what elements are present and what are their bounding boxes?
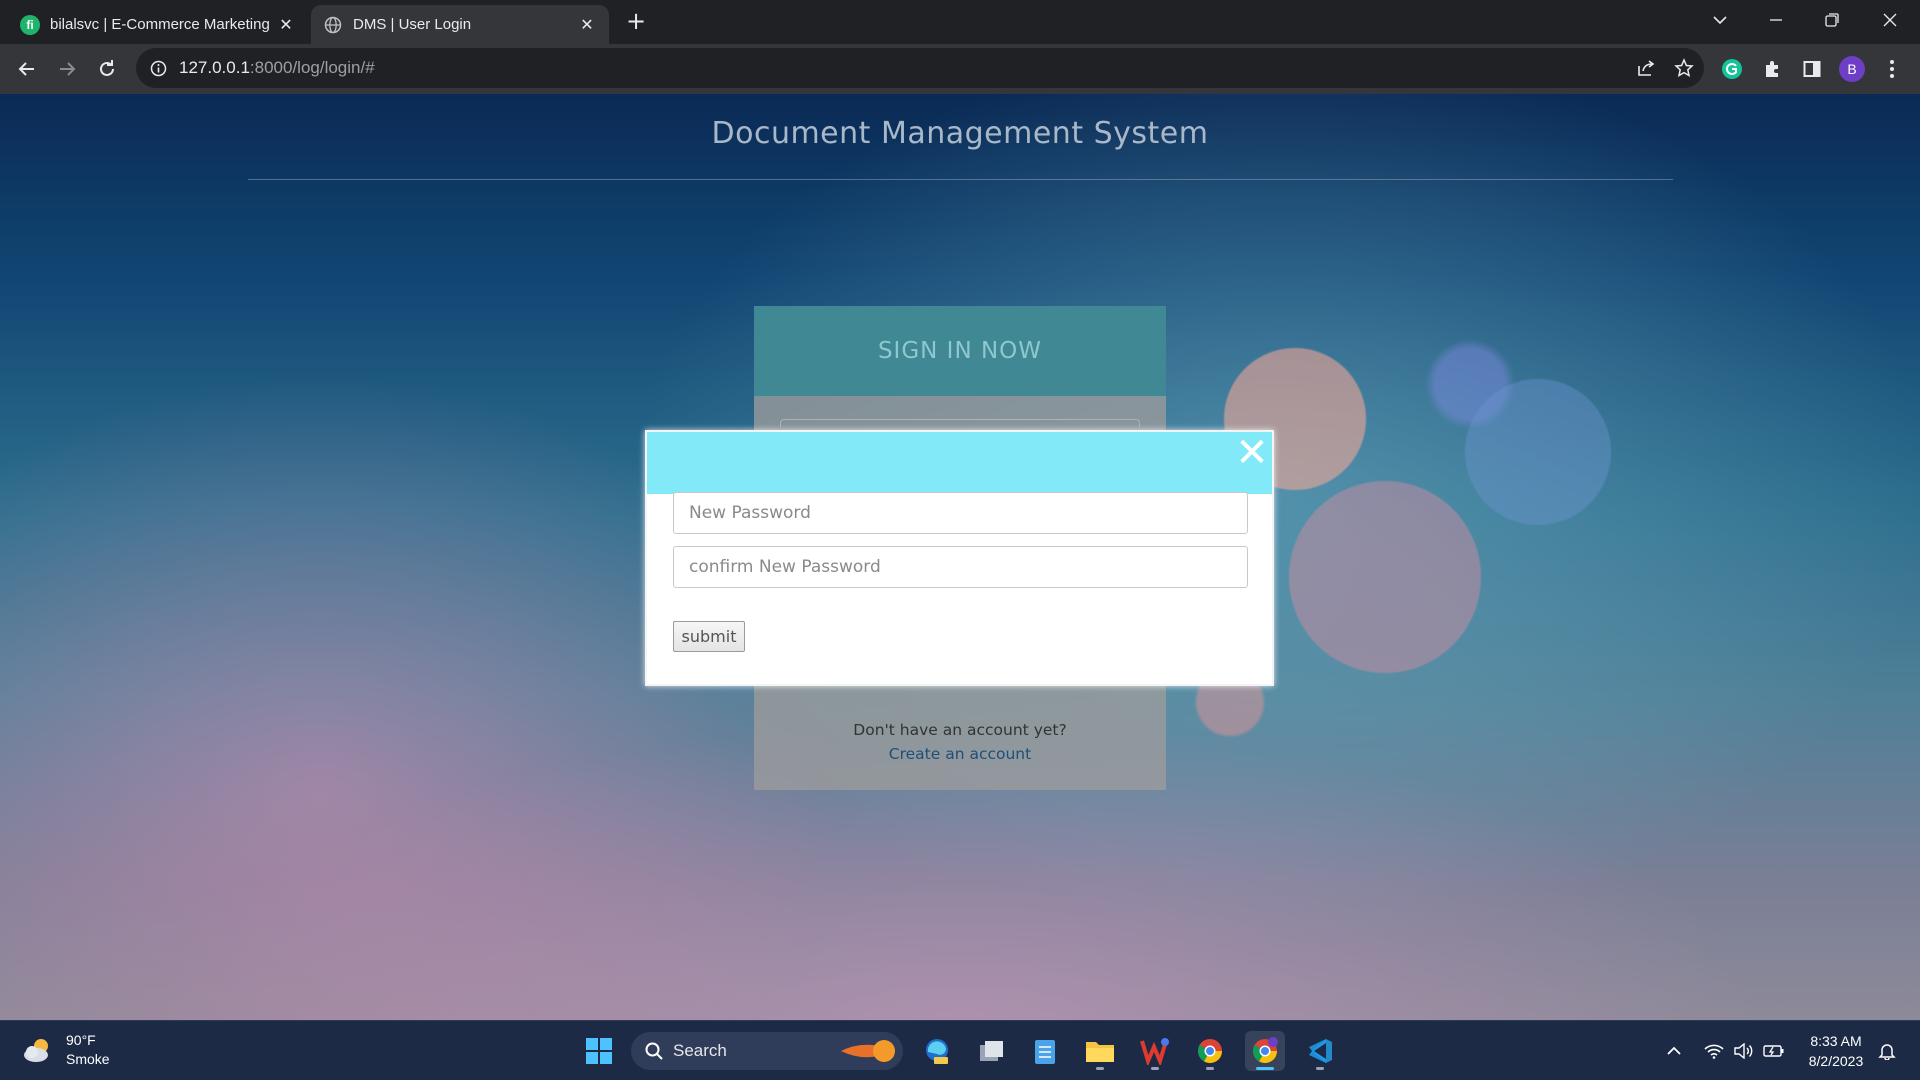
back-arrow-icon[interactable] — [11, 53, 43, 85]
cloud-sun-icon — [22, 1036, 54, 1064]
show-hidden-icons-chevron-up-icon[interactable] — [1662, 1041, 1686, 1061]
restore-button[interactable] — [1804, 0, 1860, 40]
tab-close-icon[interactable]: ✕ — [276, 15, 296, 35]
minimize-button[interactable] — [1748, 0, 1804, 40]
edge-beta-app-icon[interactable] — [917, 1031, 957, 1071]
clock-time: 8:33 AM — [1810, 1033, 1862, 1049]
task-view-icon[interactable] — [971, 1031, 1011, 1071]
login-heading: SIGN IN NOW — [754, 306, 1166, 396]
weather-widget[interactable]: 90°F Smoke — [22, 1031, 110, 1069]
taskbar-clock[interactable]: 8:33 AM 8/2/2023 — [1800, 1031, 1872, 1071]
forward-arrow-icon[interactable] — [51, 53, 83, 85]
app-running-indicator — [1206, 1067, 1214, 1070]
battery-charging-icon[interactable] — [1762, 1041, 1786, 1061]
close-window-button[interactable] — [1862, 0, 1918, 40]
windows-taskbar: 90°F Smoke Search 8:33 AM 8/2/2023 — [0, 1020, 1920, 1080]
chrome-profile-app-icon[interactable] — [1245, 1031, 1285, 1071]
close-icon[interactable]: ✕ — [1234, 433, 1270, 473]
search-label: Search — [673, 1041, 727, 1060]
chrome-app-icon[interactable] — [1190, 1031, 1230, 1071]
modal-header: ✕ — [647, 432, 1272, 494]
url-path: :8000/log/login/# — [249, 58, 375, 77]
more-menu-icon[interactable] — [1876, 53, 1908, 85]
globe-icon — [323, 15, 343, 35]
bookmark-star-icon[interactable] — [1674, 58, 1694, 78]
vscode-app-icon[interactable] — [1300, 1031, 1340, 1071]
app-active-indicator — [1256, 1067, 1274, 1070]
reset-password-modal: ✕ submit — [645, 430, 1274, 686]
profile-initial: B — [1839, 56, 1865, 82]
no-account-text: Don't have an account yet? — [853, 721, 1067, 739]
app-running-indicator — [1316, 1067, 1324, 1070]
reload-icon[interactable] — [91, 53, 123, 85]
site-info-icon[interactable] — [150, 60, 167, 77]
extensions-puzzle-icon[interactable] — [1756, 53, 1788, 85]
profile-avatar[interactable]: B — [1836, 53, 1868, 85]
clock-date: 8/2/2023 — [1808, 1053, 1864, 1069]
new-password-input[interactable] — [673, 492, 1248, 534]
taskbar-search[interactable]: Search — [631, 1032, 903, 1070]
side-panel-icon[interactable] — [1796, 53, 1828, 85]
wps-office-app-icon[interactable] — [1135, 1031, 1175, 1071]
extension-grammarly-icon[interactable] — [1716, 53, 1748, 85]
tab-title: bilalsvc | E-Commerce Marketing — [50, 16, 270, 33]
notepad-app-icon[interactable] — [1025, 1031, 1065, 1071]
page-title: Document Management System — [711, 116, 1209, 151]
title-divider — [248, 179, 1673, 180]
weather-condition: Smoke — [66, 1051, 110, 1067]
browser-tab-bar: fi bilalsvc | E-Commerce Marketing ✕ DMS… — [0, 0, 1920, 44]
weather-temp: 90°F — [66, 1032, 96, 1048]
create-account-link[interactable]: Create an account — [754, 742, 1166, 766]
confirm-password-input[interactable] — [673, 546, 1248, 588]
tab-title: DMS | User Login — [353, 16, 472, 33]
start-button[interactable] — [579, 1031, 619, 1071]
wifi-icon[interactable] — [1702, 1041, 1726, 1061]
page-viewport: Document Management System SIGN IN NOW D… — [0, 94, 1920, 1020]
notification-bell-icon[interactable] — [1875, 1041, 1899, 1061]
browser-toolbar: 127.0.0.1:8000/log/login/# B — [0, 44, 1920, 94]
submit-button[interactable]: submit — [673, 621, 745, 652]
tab-ecommerce[interactable]: fi bilalsvc | E-Commerce Marketing ✕ — [8, 5, 308, 44]
new-tab-button[interactable]: + — [622, 8, 650, 36]
address-bar[interactable]: 127.0.0.1:8000/log/login/# — [136, 48, 1704, 88]
search-highlight-icon — [839, 1036, 897, 1066]
app-running-indicator — [1096, 1067, 1104, 1070]
volume-icon[interactable] — [1732, 1041, 1756, 1061]
fiverr-favicon-icon: fi — [20, 14, 40, 35]
tab-dms-login[interactable]: DMS | User Login ✕ — [311, 5, 609, 44]
share-icon[interactable] — [1636, 58, 1656, 78]
login-footer: Don't have an account yet? Create an acc… — [754, 718, 1166, 766]
login-username-field[interactable] — [780, 419, 1140, 427]
app-running-indicator — [1151, 1067, 1159, 1070]
tab-search-chevron-down-icon[interactable] — [1692, 0, 1748, 40]
file-explorer-app-icon[interactable] — [1080, 1031, 1120, 1071]
search-icon — [645, 1042, 663, 1060]
url-host: 127.0.0.1 — [179, 58, 250, 77]
tab-close-icon[interactable]: ✕ — [577, 15, 597, 35]
